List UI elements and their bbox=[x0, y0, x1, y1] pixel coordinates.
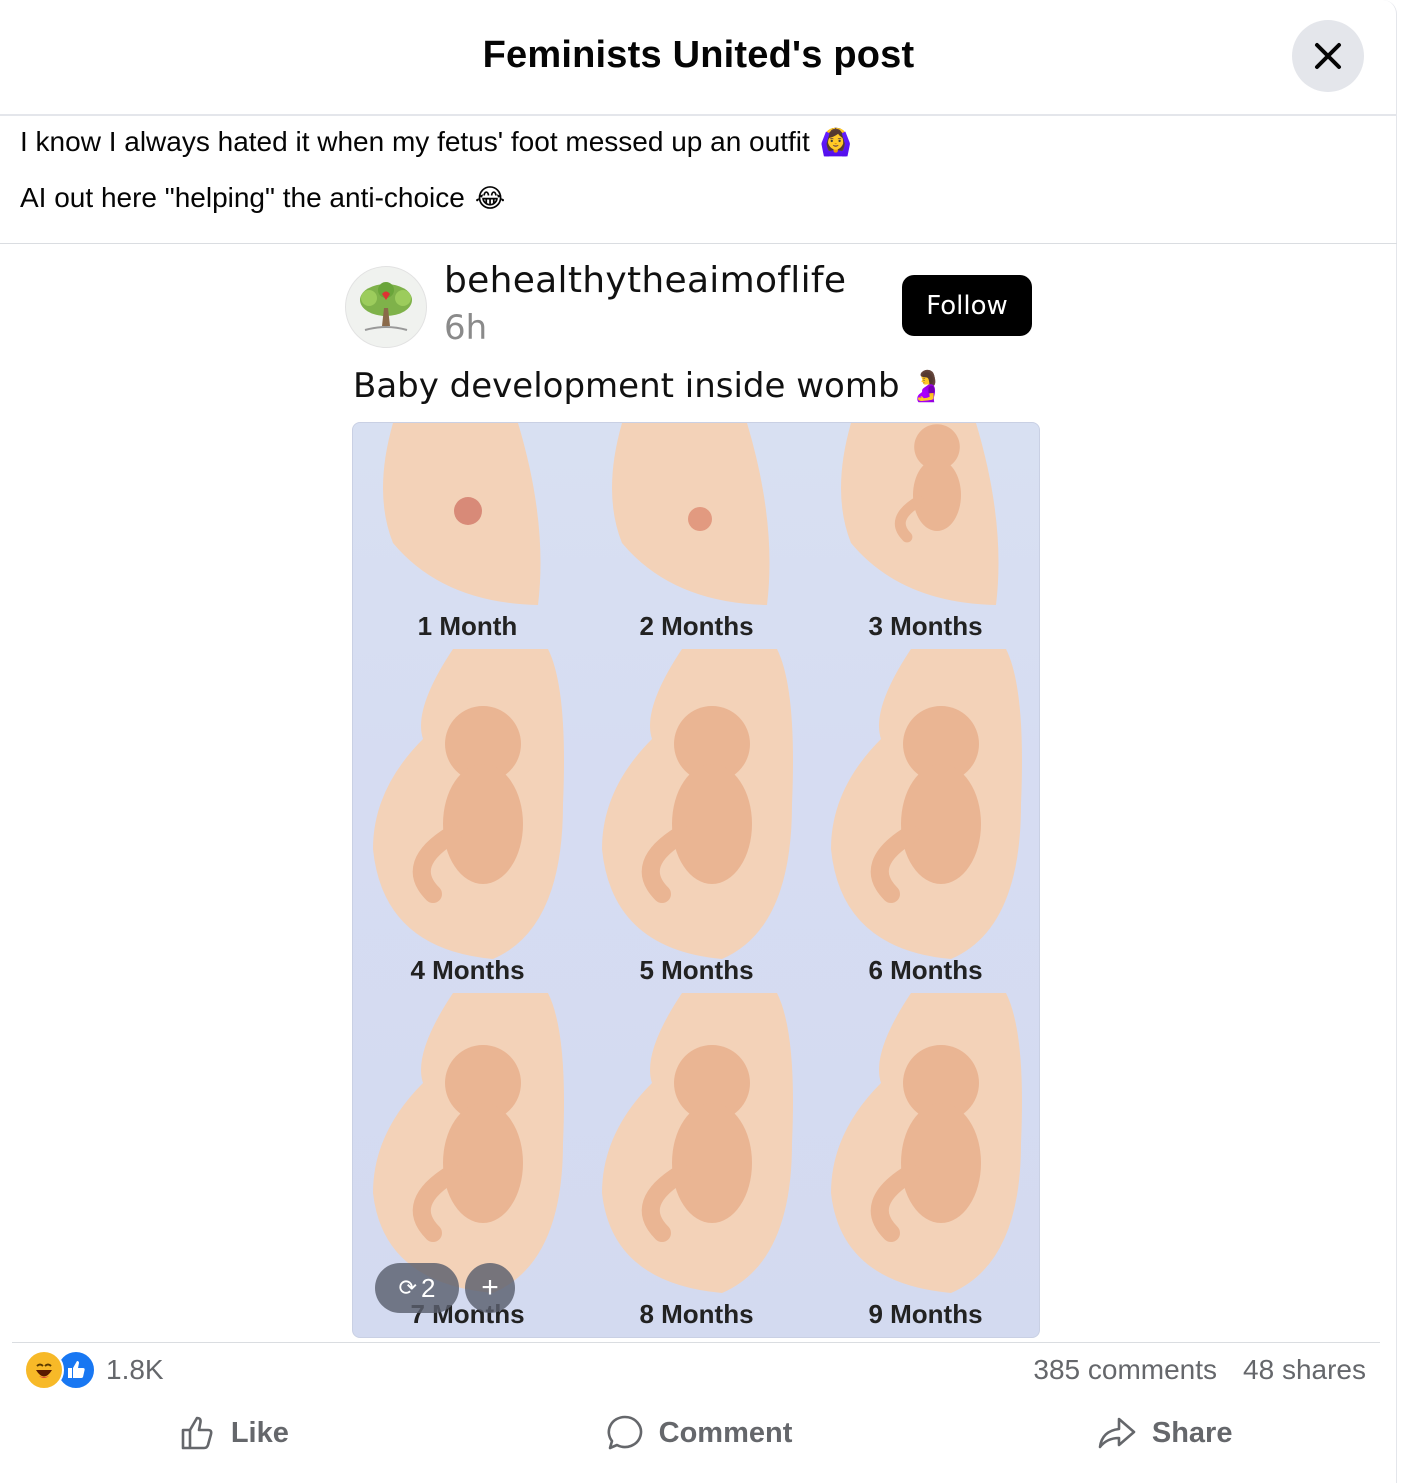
post-caption-line-2: AI out here "helping" the anti-choice 😂 bbox=[20, 182, 505, 214]
gesture-emoji-icon: 🙆‍♀️ bbox=[819, 126, 853, 157]
womb-illustration bbox=[831, 649, 1022, 959]
haha-reaction-icon bbox=[24, 1350, 64, 1390]
post-caption-line-1: I know I always hated it when my fetus' … bbox=[20, 126, 852, 158]
month-panel-8: 8 Months bbox=[582, 993, 811, 1337]
month-label: 8 Months bbox=[639, 1299, 754, 1329]
repost-count: 2 bbox=[420, 1272, 436, 1303]
month-label: 5 Months bbox=[639, 955, 754, 985]
month-label: 1 Month bbox=[417, 611, 518, 641]
tree-logo-icon bbox=[360, 282, 412, 331]
womb-illustration bbox=[373, 993, 564, 1293]
month-label: 3 Months bbox=[868, 611, 983, 641]
comments-count-link[interactable]: 385 comments bbox=[1033, 1354, 1217, 1386]
month-label: 4 Months bbox=[410, 955, 525, 985]
share-button[interactable]: Share bbox=[931, 1400, 1397, 1466]
caption-text-2: AI out here "helping" the anti-choice bbox=[20, 182, 465, 213]
month-panel-4: 4 Months bbox=[353, 649, 582, 995]
repost-badge[interactable]: ⟳ 2 bbox=[375, 1263, 459, 1313]
repost-icon: ⟳ bbox=[398, 1275, 417, 1300]
comment-button[interactable]: Comment bbox=[466, 1400, 932, 1466]
avatar[interactable] bbox=[345, 266, 427, 348]
womb-illustration bbox=[602, 993, 793, 1293]
womb-illustration bbox=[841, 423, 999, 605]
share-label: Share bbox=[1151, 1416, 1233, 1449]
month-panel-9: 9 Months bbox=[811, 993, 1039, 1337]
close-icon bbox=[1315, 43, 1341, 69]
month-label: 2 Months bbox=[639, 611, 754, 641]
month-panel-1: 1 Month bbox=[353, 423, 582, 651]
embed-caption-text: Baby development inside womb bbox=[353, 366, 900, 406]
divider bbox=[12, 1342, 1380, 1343]
comment-icon bbox=[607, 1415, 642, 1450]
share-icon bbox=[1098, 1417, 1136, 1449]
caption-text-1: I know I always hated it when my fetus' … bbox=[20, 126, 810, 157]
comment-label: Comment bbox=[658, 1416, 793, 1449]
laughing-emoji-icon: 😂 bbox=[474, 182, 506, 213]
fetal-development-image[interactable]: 9 Months 8 Months 7 Months 6 Months 5 Months… bbox=[352, 422, 1040, 1338]
womb-illustration bbox=[602, 649, 793, 959]
divider bbox=[0, 243, 1397, 244]
follow-button[interactable]: Follow bbox=[902, 275, 1032, 336]
month-panel-6: 6 Months bbox=[811, 649, 1039, 995]
month-label: 6 Months bbox=[868, 955, 983, 985]
like-label: Like bbox=[230, 1416, 289, 1449]
post-age: 6h bbox=[444, 308, 488, 348]
womb-illustration bbox=[383, 423, 541, 605]
page-title: Feminists United's post bbox=[482, 34, 915, 76]
thumbs-up-icon bbox=[181, 1416, 213, 1450]
engagement-stats: 385 comments 48 shares bbox=[1033, 1354, 1366, 1386]
account-handle[interactable]: behealthytheaimoflife bbox=[444, 260, 846, 301]
reaction-summary[interactable]: 1.8K bbox=[24, 1350, 164, 1390]
reaction-count: 1.8K bbox=[106, 1354, 164, 1385]
modal-header: Feminists United's post bbox=[0, 0, 1397, 116]
close-button[interactable] bbox=[1292, 20, 1364, 92]
womb-illustration bbox=[373, 649, 564, 959]
pregnant-emoji-icon: 🤰 bbox=[907, 368, 945, 404]
post-modal: Feminists United's post I know I always … bbox=[0, 0, 1397, 1483]
month-label: 9 Months bbox=[868, 1299, 983, 1329]
embed-caption: Baby development inside womb 🤰 bbox=[353, 366, 945, 406]
womb-illustration bbox=[831, 993, 1022, 1293]
month-panel-3: 3 Months bbox=[811, 423, 1039, 651]
like-button[interactable]: Like bbox=[0, 1400, 466, 1466]
shares-count-link[interactable]: 48 shares bbox=[1243, 1354, 1366, 1386]
action-bar: Like Comment Share bbox=[0, 1400, 1397, 1466]
month-panel-2: 2 Months bbox=[582, 423, 811, 651]
womb-illustration bbox=[612, 423, 770, 605]
add-button[interactable]: + bbox=[465, 1263, 515, 1313]
month-panel-5: 5 Months bbox=[582, 649, 811, 995]
embedded-post[interactable]: behealthytheaimoflife 6h Follow Baby dev… bbox=[340, 254, 1050, 1344]
